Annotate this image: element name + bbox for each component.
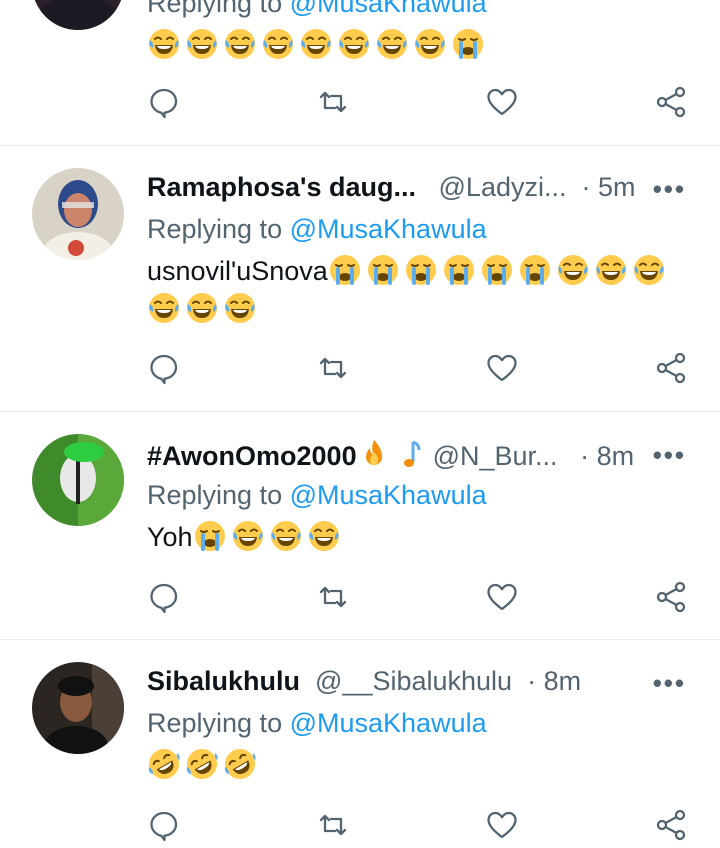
- share-icon[interactable]: [654, 580, 688, 614]
- timestamp[interactable]: · 8m: [580, 441, 634, 471]
- joy-emoji-icon: [375, 27, 409, 61]
- joy-emoji-icon: [413, 27, 447, 61]
- music-note-emoji-icon: [395, 438, 429, 472]
- tweet-header: #AwonOmo2000 @N_Bur... · 8m: [147, 438, 690, 472]
- sob-emoji-icon: [451, 27, 485, 61]
- avatar[interactable]: [32, 168, 124, 260]
- tweet-text-continued: [147, 288, 261, 330]
- joy-emoji-icon: [594, 253, 628, 287]
- sob-emoji-icon: [442, 253, 476, 287]
- joy-emoji-icon: [147, 27, 181, 61]
- joy-emoji-icon: [231, 519, 265, 553]
- avatar[interactable]: [32, 662, 124, 754]
- tweet-actions: [0, 808, 720, 848]
- display-name[interactable]: #AwonOmo2000: [147, 441, 357, 471]
- mention-link[interactable]: @MusaKhawula: [290, 214, 487, 244]
- divider: [0, 411, 720, 412]
- like-icon[interactable]: [485, 351, 519, 385]
- joy-emoji-icon: [632, 253, 666, 287]
- sob-emoji-icon: [518, 253, 552, 287]
- sob-emoji-icon: [193, 519, 227, 553]
- tweet-text: [147, 24, 489, 66]
- timestamp[interactable]: · 8m: [527, 666, 581, 696]
- like-icon[interactable]: [485, 580, 519, 614]
- joy-emoji-icon: [223, 291, 257, 325]
- sob-emoji-icon: [480, 253, 514, 287]
- tweet-text: Yoh: [147, 516, 345, 558]
- sob-emoji-icon: [328, 253, 362, 287]
- username[interactable]: @Ladyzi...: [439, 172, 567, 202]
- sob-emoji-icon: [404, 253, 438, 287]
- joy-emoji-icon: [185, 27, 219, 61]
- rofl-emoji-icon: [185, 747, 219, 781]
- joy-emoji-icon: [261, 27, 295, 61]
- retweet-icon[interactable]: [316, 580, 350, 614]
- joy-emoji-icon: [307, 519, 341, 553]
- tweet-text-body: usnovil'uSnova: [147, 256, 328, 286]
- retweet-icon[interactable]: [316, 85, 350, 119]
- divider: [0, 145, 720, 146]
- more-options-icon[interactable]: •••: [653, 174, 686, 205]
- tweet-actions: [0, 85, 720, 125]
- tweet-text: [147, 744, 261, 786]
- joy-emoji-icon: [269, 519, 303, 553]
- timestamp[interactable]: · 5m: [582, 172, 636, 202]
- tweet-text: usnovil'uSnova: [147, 250, 670, 292]
- tweet-header: Sibalukhulu @__Sibalukhulu · 8m: [147, 666, 690, 697]
- mention-link[interactable]: @MusaKhawula: [290, 708, 487, 738]
- tweet-text-body: Yoh: [147, 522, 193, 552]
- joy-emoji-icon: [556, 253, 590, 287]
- share-icon[interactable]: [654, 85, 688, 119]
- username[interactable]: @__Sibalukhulu: [315, 666, 512, 696]
- like-icon[interactable]: [485, 85, 519, 119]
- tweet-actions: [0, 580, 720, 620]
- display-name[interactable]: Sibalukhulu: [147, 666, 300, 696]
- fire-emoji-icon: [357, 438, 391, 472]
- mention-link[interactable]: @MusaKhawula: [290, 480, 487, 510]
- username[interactable]: @N_Bur...: [433, 441, 558, 471]
- joy-emoji-icon: [147, 291, 181, 325]
- replying-to: Replying to @MusaKhawula: [147, 708, 487, 739]
- replying-to: Replying to @MusaKhawula: [147, 214, 487, 245]
- tweet-actions: [0, 351, 720, 391]
- mention-link[interactable]: @MusaKhawula: [290, 0, 487, 18]
- reply-icon[interactable]: [147, 351, 181, 385]
- divider: [0, 639, 720, 640]
- more-options-icon[interactable]: •••: [653, 668, 686, 699]
- avatar[interactable]: [32, 0, 124, 30]
- sob-emoji-icon: [366, 253, 400, 287]
- joy-emoji-icon: [223, 27, 257, 61]
- reply-icon[interactable]: [147, 580, 181, 614]
- replying-prefix: Replying to: [147, 0, 290, 18]
- avatar[interactable]: [32, 434, 124, 526]
- reply-icon[interactable]: [147, 85, 181, 119]
- tweet-header: Ramaphosa's daug... @Ladyzi... · 5m: [147, 172, 690, 203]
- rofl-emoji-icon: [147, 747, 181, 781]
- joy-emoji-icon: [185, 291, 219, 325]
- retweet-icon[interactable]: [316, 351, 350, 385]
- rofl-emoji-icon: [223, 747, 257, 781]
- display-name[interactable]: Ramaphosa's daug...: [147, 172, 416, 202]
- joy-emoji-icon: [299, 27, 333, 61]
- replying-to: Replying to @MusaKhawula: [147, 0, 487, 19]
- share-icon[interactable]: [654, 351, 688, 385]
- replying-prefix: Replying to: [147, 708, 290, 738]
- replying-prefix: Replying to: [147, 480, 290, 510]
- replying-prefix: Replying to: [147, 214, 290, 244]
- more-options-icon[interactable]: •••: [653, 440, 686, 471]
- replying-to: Replying to @MusaKhawula: [147, 480, 487, 511]
- joy-emoji-icon: [337, 27, 371, 61]
